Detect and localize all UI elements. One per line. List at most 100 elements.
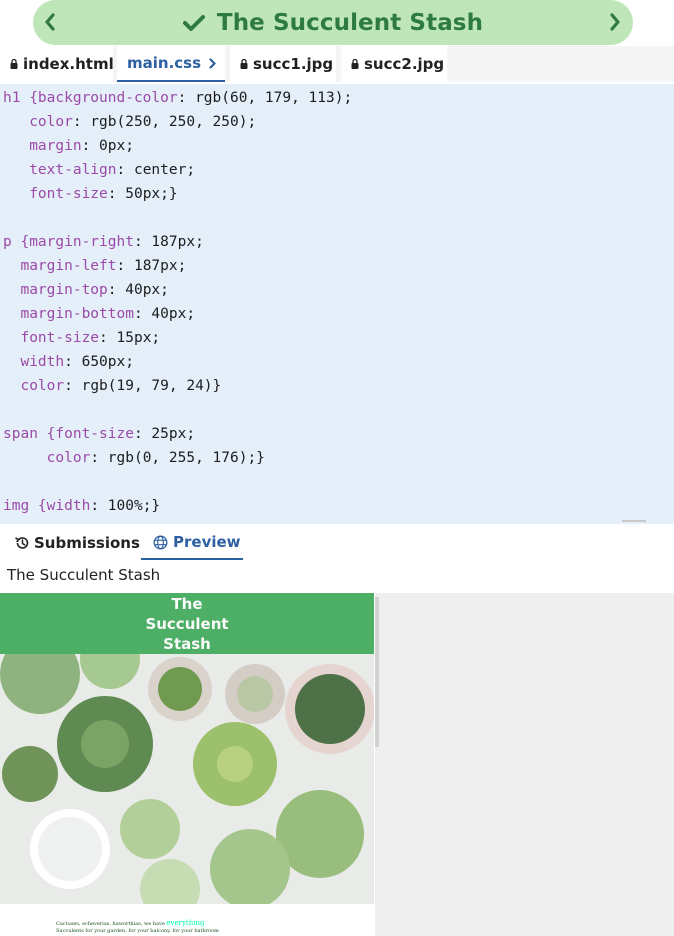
code-property: font-size [29, 186, 108, 202]
code-value: : center; [116, 162, 196, 178]
chevron-right-icon [610, 13, 620, 31]
output-tabs: Submissions Preview [0, 526, 674, 560]
preview-heading: The Succulent Stash [0, 593, 374, 654]
code-line[interactable]: font-size: 15px; [3, 326, 160, 350]
code-property: color [46, 450, 91, 466]
check-icon [182, 14, 205, 31]
code-value: : 25px; [133, 426, 196, 442]
code-line[interactable]: h1 {background-color: rgb(60, 179, 113); [3, 86, 352, 110]
code-line[interactable]: color: rgb(19, 79, 24)} [3, 374, 221, 398]
code-editor[interactable]: h1 {background-color: rgb(60, 179, 113);… [0, 84, 674, 524]
code-property: color [29, 114, 73, 130]
preview-pane: The Succulent Stash Cactuses, echeverias… [0, 593, 674, 936]
code-value: : 187px; [116, 258, 187, 274]
code-selector: span { [3, 426, 56, 442]
preview-scrollbar[interactable] [375, 597, 379, 747]
preview-page-title: The Succulent Stash [7, 566, 161, 584]
caption-highlight: everything [166, 919, 205, 927]
next-lesson-button[interactable] [603, 8, 627, 36]
code-line[interactable]: margin-bottom: 40px; [3, 302, 195, 326]
code-line[interactable]: text-align: center; [3, 158, 195, 182]
lesson-title-bar: The Succulent Stash [33, 0, 633, 45]
tab-main-css[interactable]: main.css [117, 46, 225, 82]
history-icon [14, 536, 29, 550]
code-property: margin-left [20, 258, 117, 274]
code-line[interactable]: margin: 0px; [3, 134, 134, 158]
tab-label: Submissions [34, 534, 140, 552]
lock-icon [240, 59, 248, 69]
code-property: margin-right [29, 234, 134, 250]
lock-icon [10, 59, 18, 69]
code-line[interactable]: color: rgb(250, 250, 250); [3, 110, 256, 134]
code-property: font-size [20, 330, 100, 346]
preview-frame[interactable]: The Succulent Stash Cactuses, echeverias… [0, 593, 375, 936]
heading-line: Stash [163, 634, 211, 653]
code-value: : rgb(60, 179, 113); [177, 90, 353, 106]
lesson-title-wrap: The Succulent Stash [33, 0, 633, 45]
code-value: : rgb(0, 255, 176);} [90, 450, 265, 466]
code-property: font-size [55, 426, 134, 442]
code-property: color [20, 378, 65, 394]
lesson-header: The Succulent Stash [0, 0, 674, 46]
code-line[interactable]: span {font-size: 25px; [3, 422, 195, 446]
tab-label: Preview [173, 533, 241, 551]
code-selector: h1 { [3, 90, 38, 106]
tab-index-html[interactable]: index.html [0, 46, 114, 82]
code-value: : 50px;} [107, 186, 178, 202]
tab-label: index.html [23, 55, 114, 73]
code-value: : 100%;} [90, 498, 161, 514]
code-line[interactable]: font-size: 50px;} [3, 182, 178, 206]
code-line[interactable]: width: 650px; [3, 350, 134, 374]
code-value: : 187px; [133, 234, 204, 250]
succulents-image [0, 629, 375, 919]
code-property: margin-top [20, 282, 108, 298]
code-line[interactable]: margin-top: 40px; [3, 278, 169, 302]
chevron-right-icon [209, 57, 217, 69]
code-property: width [46, 498, 91, 514]
code-property: width [20, 354, 65, 370]
code-value: : rgb(250, 250, 250); [72, 114, 257, 130]
code-property: background-color [37, 90, 178, 106]
heading-line: Succulent [145, 614, 229, 633]
editor-scrollbar[interactable] [622, 520, 646, 522]
caption-text: Cactuses, echeverias, haworthias, we hav… [56, 921, 165, 927]
tab-label: main.css [127, 54, 202, 72]
lesson-title: The Succulent Stash [216, 9, 484, 36]
tab-succ1-jpg[interactable]: succ1.jpg [230, 46, 336, 82]
code-value: : 40px; [133, 306, 196, 322]
code-value: : 650px; [64, 354, 134, 370]
code-line[interactable]: margin-left: 187px; [3, 254, 186, 278]
code-value: : 15px; [99, 330, 161, 346]
code-line[interactable]: p {margin-right: 187px; [3, 230, 204, 254]
code-selector: p { [3, 234, 30, 250]
code-line[interactable]: color: rgb(0, 255, 176);} [3, 446, 265, 470]
preview-paragraph: Cactuses, echeverias, haworthias, we hav… [56, 920, 256, 935]
code-value: : 0px; [81, 138, 134, 154]
file-tabs: index.html main.css succ1.jpg succ2.jpg [0, 46, 674, 82]
globe-icon [153, 535, 168, 550]
code-property: margin [29, 138, 82, 154]
lock-icon [351, 59, 359, 69]
caption-line-2: Succulents for your garden, for your bal… [56, 928, 219, 934]
code-property: margin-bottom [20, 306, 134, 322]
tab-succ2-jpg[interactable]: succ2.jpg [341, 46, 447, 82]
code-selector: img { [3, 498, 47, 514]
heading-line: The [171, 594, 203, 613]
code-value: : 40px; [107, 282, 169, 298]
code-value: : rgb(19, 79, 24)} [64, 378, 222, 394]
tab-label: succ1.jpg [253, 55, 334, 73]
code-line[interactable]: img {width: 100%;} [3, 494, 160, 518]
tab-preview[interactable]: Preview [141, 526, 243, 560]
code-property: text-align [29, 162, 117, 178]
tab-submissions[interactable]: Submissions [14, 526, 140, 560]
